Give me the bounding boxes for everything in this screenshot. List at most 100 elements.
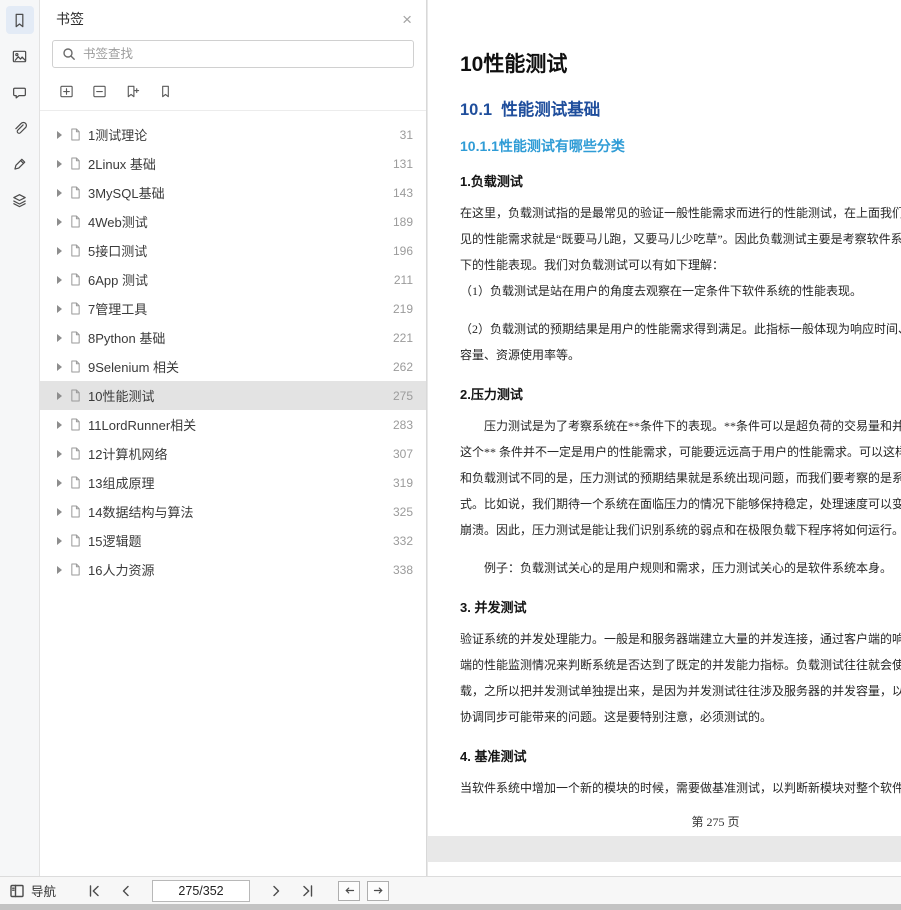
bookmark-item[interactable]: 1测试理论 31	[40, 120, 426, 149]
expand-caret-icon[interactable]	[57, 305, 62, 313]
bookmark-page-number: 211	[394, 273, 413, 287]
expand-caret-icon[interactable]	[57, 363, 62, 371]
bookmark-page-number: 221	[393, 331, 413, 345]
page-number-input[interactable]	[152, 880, 250, 902]
text-line: 下的性能表现。我们对负载测试可以有如下理解：	[460, 252, 901, 278]
bookmark-item[interactable]: 16人力资源 338	[40, 555, 426, 584]
expand-caret-icon[interactable]	[57, 566, 62, 574]
collapse-all-button[interactable]	[90, 82, 108, 100]
text-line: 式。比如说，我们期待一个系统在面临压力的情况下能够保持稳定，处理速度可以变慢，	[460, 491, 901, 517]
previous-view-button[interactable]	[338, 881, 360, 901]
thumbnails-panel-button[interactable]	[6, 42, 34, 70]
expand-caret-icon[interactable]	[57, 450, 62, 458]
text-line: 和负载测试不同的是，压力测试的预期结果就是系统出现问题，而我们要考察的是系统处	[460, 465, 901, 491]
bottom-toolbar: 导航	[0, 876, 901, 904]
next-page-button[interactable]	[266, 881, 286, 901]
bookmark-item[interactable]: 3MySQL基础 143	[40, 178, 426, 207]
bookmark-page-icon	[70, 273, 81, 286]
bookmark-page-number: 332	[393, 534, 413, 548]
expand-caret-icon[interactable]	[57, 218, 62, 226]
bookmark-item[interactable]: 13组成原理 319	[40, 468, 426, 497]
expand-caret-icon[interactable]	[57, 247, 62, 255]
attachments-panel-button[interactable]	[6, 114, 34, 142]
signature-pen-icon	[11, 156, 28, 173]
text-line: 例子：负载测试关心的是用户规则和需求，压力测试关心的是软件系统本身。	[460, 555, 901, 581]
first-page-button[interactable]	[84, 881, 104, 901]
paragraph-heading: 2.压力测试	[460, 386, 901, 403]
add-bookmark-icon	[125, 84, 140, 99]
paragraph: 例子：负载测试关心的是用户规则和需求，压力测试关心的是软件系统本身。	[460, 555, 901, 581]
bookmark-item[interactable]: 15逻辑题 332	[40, 526, 426, 555]
expand-caret-icon[interactable]	[57, 421, 62, 429]
bookmark-label: 1测试理论	[88, 125, 400, 144]
previous-page-button[interactable]	[116, 881, 136, 901]
bookmark-item[interactable]: 9Selenium 相关 262	[40, 352, 426, 381]
signature-panel-button[interactable]	[6, 150, 34, 178]
thumbnails-icon	[11, 48, 28, 65]
navigation-toggle-button[interactable]: 导航	[9, 881, 56, 900]
paragraph: 在这里，负载测试指的是最常见的验证一般性能需求而进行的性能测试，在上面我们提到了…	[460, 200, 901, 304]
layers-panel-button[interactable]	[6, 186, 34, 214]
page-navigation	[84, 880, 318, 902]
comments-panel-button[interactable]	[6, 78, 34, 106]
bookmark-label: 5接口测试	[88, 241, 393, 260]
bookmark-search-input[interactable]	[83, 47, 404, 61]
bookmark-item[interactable]: 14数据结构与算法 325	[40, 497, 426, 526]
text-line: 见的性能需求就是“既要马儿跑，又要马儿少吃草”。因此负载测试主要是考察软件系统在	[460, 226, 901, 252]
expand-caret-icon[interactable]	[57, 276, 62, 284]
pdf-page-text: 10性能测试10.1 性能测试基础10.1.1性能测试有哪些分类1.负载测试在这…	[460, 52, 901, 830]
expand-caret-icon[interactable]	[57, 479, 62, 487]
last-page-icon	[300, 883, 316, 899]
bookmarks-panel: 书签 ×	[40, 0, 427, 876]
bookmark-label: 9Selenium 相关	[88, 357, 393, 376]
bookmark-page-icon	[70, 534, 81, 547]
pdf-page-276	[428, 862, 901, 876]
expand-caret-icon[interactable]	[57, 131, 62, 139]
bookmark-item[interactable]: 4Web测试 189	[40, 207, 426, 236]
bookmark-flag-icon	[158, 84, 173, 99]
pdf-reader-window: 书签 ×	[0, 0, 901, 910]
bookmark-page-icon	[70, 186, 81, 199]
expand-caret-icon[interactable]	[57, 508, 62, 516]
text-line: 在这里，负载测试指的是最常见的验证一般性能需求而进行的性能测试，在上面我们提到了	[460, 200, 901, 226]
bookmark-page-icon	[70, 331, 81, 344]
expand-caret-icon[interactable]	[57, 160, 62, 168]
paragraph-heading: 4. 基准测试	[460, 748, 901, 765]
bookmark-item[interactable]: 6App 测试 211	[40, 265, 426, 294]
text-line: （1）负载测试是站在用户的角度去观察在一定条件下软件系统的性能表现。	[460, 278, 901, 304]
bookmark-page-number: 131	[393, 157, 413, 171]
bookmark-item[interactable]: 12计算机网络 307	[40, 439, 426, 468]
bookmark-label: 2Linux 基础	[88, 154, 393, 173]
bookmark-item[interactable]: 2Linux 基础 131	[40, 149, 426, 178]
bookmark-item[interactable]: 8Python 基础 221	[40, 323, 426, 352]
next-view-button[interactable]	[367, 881, 389, 901]
add-bookmark-button[interactable]	[123, 82, 141, 100]
bookmark-page-number: 31	[400, 128, 413, 142]
bookmark-item[interactable]: 11LordRunner相关 283	[40, 410, 426, 439]
bookmarks-panel-button[interactable]	[6, 6, 34, 34]
bookmark-page-number: 275	[393, 389, 413, 403]
bookmark-page-number: 319	[393, 476, 413, 490]
subsection-title: 10.1.1性能测试有哪些分类	[460, 137, 901, 155]
expand-all-icon	[59, 84, 74, 99]
bookmark-page-number: 143	[393, 186, 413, 200]
document-viewport[interactable]: 10性能测试10.1 性能测试基础10.1.1性能测试有哪些分类1.负载测试在这…	[427, 0, 901, 876]
expand-caret-icon[interactable]	[57, 334, 62, 342]
bookmark-item[interactable]: 10性能测试 275	[40, 381, 426, 410]
bookmark-search[interactable]	[52, 40, 414, 68]
expand-caret-icon[interactable]	[57, 392, 62, 400]
pdf-page-275: 10性能测试10.1 性能测试基础10.1.1性能测试有哪些分类1.负载测试在这…	[428, 0, 901, 836]
bookmark-page-icon	[70, 476, 81, 489]
bookmark-flag-button[interactable]	[156, 82, 174, 100]
bookmark-page-number: 325	[393, 505, 413, 519]
nav-panel-icon	[9, 883, 25, 899]
expand-all-button[interactable]	[57, 82, 75, 100]
bookmark-item[interactable]: 7管理工具 219	[40, 294, 426, 323]
expand-caret-icon[interactable]	[57, 537, 62, 545]
last-page-button[interactable]	[298, 881, 318, 901]
expand-caret-icon[interactable]	[57, 189, 62, 197]
chevron-left-icon	[118, 883, 134, 899]
panel-title: 书签	[56, 9, 84, 29]
bookmark-item[interactable]: 5接口测试 196	[40, 236, 426, 265]
close-icon[interactable]: ×	[402, 11, 412, 28]
